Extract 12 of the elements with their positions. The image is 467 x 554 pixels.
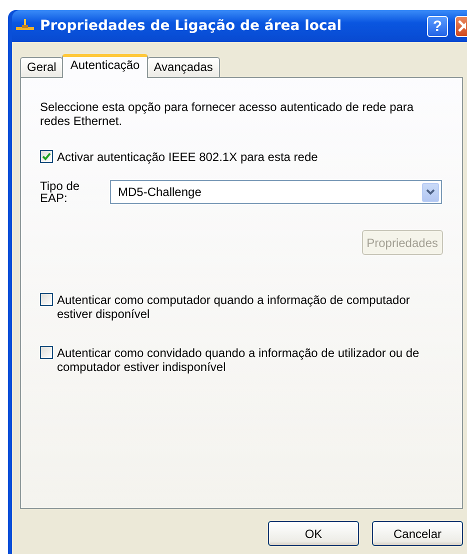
- description-text: Seleccione esta opção para fornecer acesso autenticado de rede para redes Ethernet.: [40, 100, 415, 128]
- checkbox-label: Autenticar como convidado quando a informação de utilizador ou de computador estiver indisponível: [57, 346, 420, 374]
- tab[interactable]: Avançadas: [146, 57, 220, 77]
- ok-button[interactable]: OK: [268, 521, 359, 546]
- checkbox-label: Autenticar como computador quando a informação de computador estiver disponível: [57, 293, 411, 321]
- checkbox-label: Activar autenticação IEEE 802.1X para esta rede: [57, 150, 318, 164]
- eap-type-dropdown[interactable]: MD5-Challenge: [110, 180, 442, 204]
- eap-type-label: Tipo de EAP:: [40, 180, 81, 204]
- tab[interactable]: Autenticação: [62, 54, 148, 78]
- tab[interactable]: Geral: [20, 57, 64, 77]
- cancel-button[interactable]: Cancelar: [372, 521, 463, 546]
- window-title: Propriedades de Ligação de área local: [40, 18, 343, 34]
